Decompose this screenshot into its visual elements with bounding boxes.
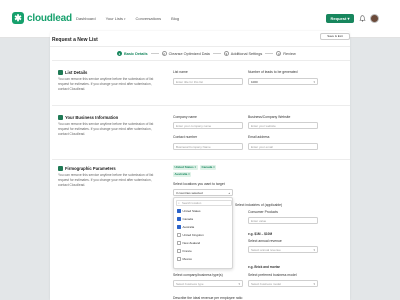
annual-revenue-select[interactable]: Select annual revenue ▾ [248, 246, 318, 253]
step-cleanse-data[interactable]: 2 Cleanse Optimized Data [161, 51, 210, 56]
company-type-select[interactable]: Select business type ▾ [173, 280, 243, 287]
company-name-label: Company name [173, 115, 197, 119]
location-option[interactable]: United Kingdom [177, 233, 204, 237]
location-option[interactable]: France [177, 249, 192, 253]
search-icon: ⌕ [178, 201, 180, 205]
chevron-up-icon: ▴ [228, 191, 230, 195]
brand-name: cloudlead [27, 12, 72, 24]
stepper: 1 Basic Details 2 Cleanse Optimized Data 3… [117, 51, 296, 56]
business-model-example: e.g. Brick and mortar [248, 265, 280, 269]
checkbox [177, 249, 181, 253]
main-nav: Dashboard Your Lists▾ Conversations Blog [76, 16, 189, 21]
location-option[interactable]: Mexico [177, 257, 192, 261]
revenue-example: e.g. $1M – $10M [248, 232, 273, 236]
section-description: You can remove this service anytime befo… [58, 122, 154, 136]
checkbox [177, 233, 181, 237]
locations-label: Select locations you want to target [173, 182, 225, 186]
step-basic-details[interactable]: 1 Basic Details [117, 51, 148, 56]
location-search-input[interactable]: ⌕ Search location [176, 200, 232, 206]
company-name-input[interactable]: Enter your company name [173, 122, 243, 129]
chevron-down-icon: ▾ [238, 282, 240, 286]
location-chip[interactable]: United States × [173, 165, 198, 170]
checkbox [177, 225, 181, 229]
nav-item-conversations[interactable]: Conversations [136, 16, 162, 21]
request-button[interactable]: Request ▾ [326, 14, 354, 23]
business-model-label: Select preferred business model [248, 273, 297, 277]
divider [50, 46, 350, 47]
briefcase-icon [58, 115, 63, 120]
nav-item-blog[interactable]: Blog [171, 16, 179, 21]
section-title-list-details: List Details [58, 70, 87, 75]
save-exit-button[interactable]: Save & Exit [320, 33, 350, 40]
list-name-label: List name [173, 70, 188, 74]
location-option[interactable]: New Zealand [177, 241, 200, 245]
divider [52, 105, 350, 106]
nav-item-dashboard[interactable]: Dashboard [76, 16, 96, 21]
section-title-business-info: Your Business Information [58, 115, 118, 120]
annual-revenue-label: Select annual revenue [248, 239, 282, 243]
consumer-products-input[interactable]: Enter value [248, 217, 318, 224]
chevron-down-icon: ▾ [313, 282, 315, 286]
page-title: Request a New List [52, 37, 98, 43]
chevron-down-icon: ▾ [313, 248, 315, 252]
chevron-down-icon: ▾ [124, 17, 126, 21]
location-option[interactable]: United States [177, 209, 201, 213]
step-additional-settings[interactable]: 3 Additional Settings [223, 51, 262, 56]
divider [52, 159, 350, 160]
section-description: You can remove this service anytime befo… [58, 77, 154, 91]
list-icon [58, 70, 63, 75]
divider [52, 60, 350, 61]
contact-number-label: Contact number [173, 135, 198, 139]
contact-number-input[interactable]: Business/Company Name [173, 143, 243, 150]
location-option[interactable]: Canada [177, 217, 193, 221]
nav-item-your-lists[interactable]: Your Lists▾ [106, 16, 126, 21]
checkbox [177, 209, 181, 213]
checkbox [177, 241, 181, 245]
industries-label: Select industries of (applicable) [235, 203, 283, 207]
step-review[interactable]: 4 Review [276, 51, 296, 56]
chevron-down-icon: ▾ [313, 80, 315, 84]
company-type-label: Select company/business type(s) [173, 273, 223, 277]
checkbox [177, 217, 181, 221]
website-input[interactable]: Enter your website [248, 122, 318, 129]
location-chip[interactable]: Canada × [200, 165, 217, 170]
location-option[interactable]: Australia [177, 225, 194, 229]
logo[interactable]: ✱ cloudlead [12, 12, 72, 24]
location-dropdown: ⌕ Search location United States Canada Au… [173, 197, 233, 269]
locations-select[interactable]: 3 countries selected ▴ [173, 189, 233, 196]
section-title-firmographic: Firmographic Parameters [58, 166, 116, 171]
request-form-card: Request a New List Save & Exit 1 Basic De… [50, 31, 350, 300]
website-label: Business/Company Website [248, 115, 291, 119]
consumer-products-label: Consumer Products [248, 210, 278, 214]
logo-icon: ✱ [12, 12, 24, 24]
list-name-input[interactable]: Enter title for this list [173, 78, 243, 85]
chart-icon [58, 166, 63, 171]
leads-count-select[interactable]: 1000 ▾ [248, 78, 318, 85]
checkbox [177, 257, 181, 261]
business-model-select[interactable]: Select business model ▾ [248, 280, 318, 287]
location-chip[interactable]: Australia × [173, 172, 192, 177]
email-label: Email address [248, 135, 270, 139]
avatar[interactable] [370, 14, 379, 23]
leads-count-label: Number of leads to be generated [248, 70, 298, 74]
revenue-per-employee-label: Describe the ideal revenue per employee … [173, 296, 243, 300]
email-field[interactable]: Enter your email [248, 143, 318, 150]
section-description: You can remove this service anytime befo… [58, 173, 154, 187]
bell-icon[interactable] [359, 15, 366, 22]
